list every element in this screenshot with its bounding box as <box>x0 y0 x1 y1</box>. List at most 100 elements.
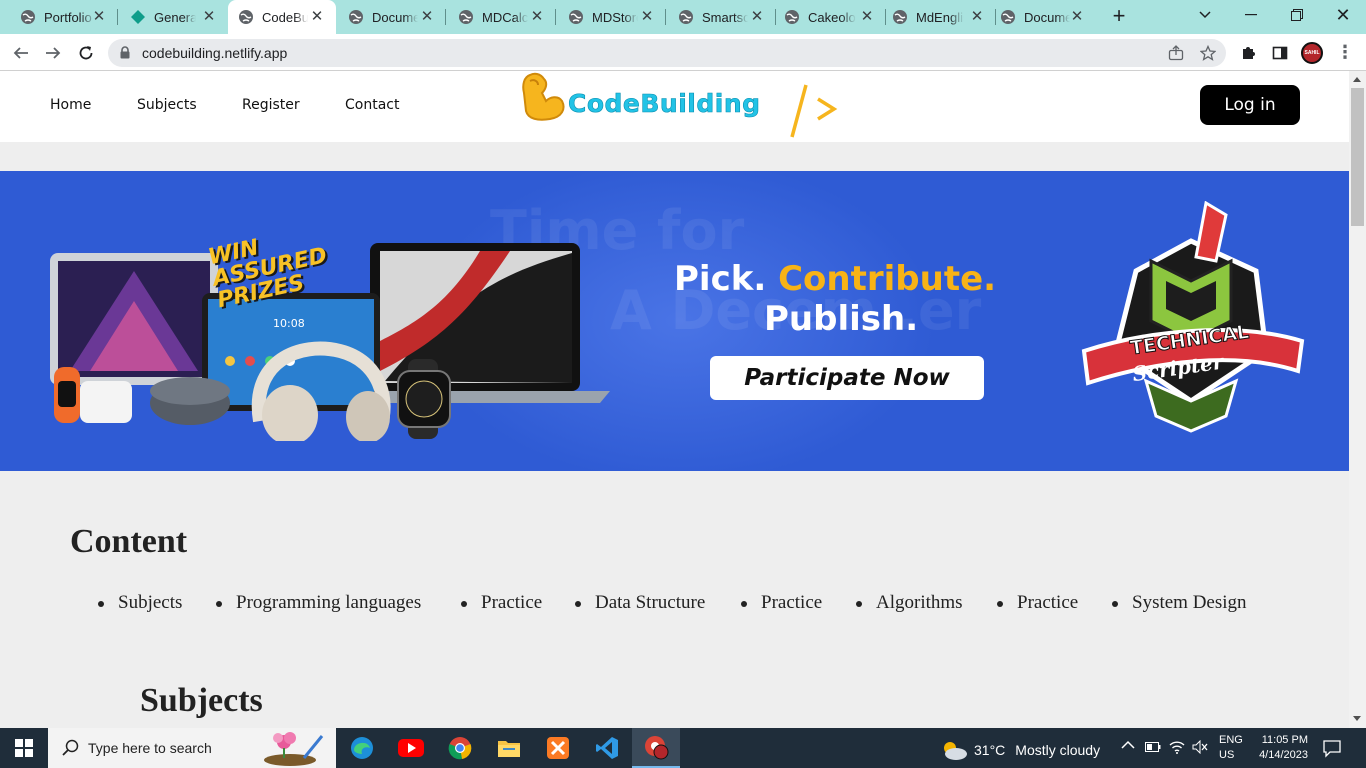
profile-avatar[interactable]: SAHIL <box>1301 42 1323 64</box>
forward-arrow-icon[interactable] <box>40 40 66 66</box>
tray-chevron-up-icon[interactable] <box>1121 738 1135 753</box>
list-item: Practice <box>461 592 542 614</box>
extensions-puzzle-icon[interactable] <box>1237 42 1259 64</box>
url-text[interactable]: codebuilding.netlify.app <box>142 45 287 61</box>
tab-document[interactable]: Document ✕ <box>336 4 446 30</box>
nav-register-link[interactable]: Register <box>242 97 300 113</box>
site-header: Home Subjects Register Contact CodeBuild… <box>0 71 1349 142</box>
globe-icon <box>892 9 908 25</box>
tab-label: Cakeology <box>808 9 856 25</box>
tablet-time-text: 10:08 <box>273 317 305 330</box>
bullet-icon <box>856 601 862 607</box>
login-button[interactable]: Log in <box>1200 85 1300 125</box>
vscode-icon[interactable] <box>583 728 631 768</box>
nav-subjects-link[interactable]: Subjects <box>137 97 197 113</box>
edge-browser-icon[interactable] <box>338 728 386 768</box>
tab-label: MdEnglish <box>916 9 964 25</box>
headline-pick: Pick. <box>674 259 767 299</box>
prizes-collage-image: 10:08 <box>50 243 610 441</box>
subjects-heading: Subjects <box>140 682 263 719</box>
scrollbar-thumb[interactable] <box>1351 88 1364 226</box>
address-bar[interactable]: codebuilding.netlify.app <box>108 39 1226 67</box>
new-tab-button[interactable]: + <box>1108 5 1130 28</box>
lang-region: US <box>1219 749 1235 761</box>
promo-banner[interactable]: Time for A Decem..er 10:08 WIN ASSURED P… <box>0 171 1349 471</box>
tab-label: Document <box>372 9 418 25</box>
close-window-icon[interactable]: ✕ <box>1320 0 1366 30</box>
browser-menu-icon[interactable]: ⋮ <box>1336 42 1354 64</box>
close-icon[interactable]: ✕ <box>528 8 546 26</box>
xampp-icon[interactable] <box>534 728 582 768</box>
share-icon[interactable] <box>1168 45 1184 61</box>
bullet-icon <box>98 601 104 607</box>
tab-codebuilding[interactable]: CodeBuilding ✕ <box>228 0 336 34</box>
list-item-label: Practice <box>1017 592 1079 613</box>
restore-icon[interactable] <box>1274 0 1320 30</box>
page-scrollbar[interactable] <box>1349 71 1366 728</box>
list-item-label: Subjects <box>118 592 183 613</box>
bullet-icon <box>741 601 747 607</box>
reload-icon[interactable] <box>73 40 99 66</box>
close-icon[interactable]: ✕ <box>200 8 218 26</box>
taskbar-clock[interactable]: 11:05 PM 4/14/2023 <box>1252 733 1308 763</box>
close-icon[interactable]: ✕ <box>308 8 326 26</box>
flexed-arm-icon <box>522 72 565 121</box>
file-explorer-icon[interactable] <box>485 728 533 768</box>
tab-mdcalcy[interactable]: MDCalcy ✕ <box>446 4 556 30</box>
side-panel-icon[interactable] <box>1269 42 1291 64</box>
close-icon[interactable]: ✕ <box>90 8 108 26</box>
headline-contribute: Contribute. <box>778 259 997 299</box>
close-icon[interactable]: ✕ <box>418 8 436 26</box>
weather-widget[interactable]: 31°C Mostly cloudy <box>940 739 1100 761</box>
nav-contact-link[interactable]: Contact <box>345 97 399 113</box>
scroll-up-arrow-icon[interactable] <box>1353 77 1361 82</box>
tab-cakeology[interactable]: Cakeology ✕ <box>776 4 886 30</box>
globe-icon <box>568 9 584 25</box>
taskbar-search-box[interactable]: Type here to search <box>48 728 336 768</box>
battery-icon[interactable] <box>1145 741 1161 756</box>
chrome-icon[interactable] <box>436 728 484 768</box>
tab-mdenglish[interactable]: MdEnglish ✕ <box>886 4 996 30</box>
globe-icon <box>20 9 36 25</box>
list-item: Subjects <box>98 592 183 614</box>
wifi-icon[interactable] <box>1169 740 1185 757</box>
bookmark-star-icon[interactable] <box>1199 44 1217 61</box>
lock-icon[interactable] <box>120 46 130 64</box>
close-icon[interactable]: ✕ <box>1068 8 1086 26</box>
back-arrow-icon[interactable] <box>8 40 34 66</box>
scroll-down-arrow-icon[interactable] <box>1353 716 1361 721</box>
code-slash-icon <box>790 84 838 138</box>
close-icon[interactable]: ✕ <box>858 8 876 26</box>
tab-portfolio[interactable]: Portfolio ✕ <box>0 4 118 30</box>
list-item-label: System Design <box>1132 592 1247 613</box>
list-item: Algorithms <box>856 592 963 614</box>
globe-icon <box>678 9 694 25</box>
nav-home-link[interactable]: Home <box>50 97 91 113</box>
close-icon[interactable]: ✕ <box>968 8 986 26</box>
tab-mdstore[interactable]: MDStore ✕ <box>556 4 666 30</box>
tab-smartscale[interactable]: Smartscale ✕ <box>666 4 776 30</box>
banner-headline-line1: Pick. Contribute. <box>674 259 996 299</box>
close-icon[interactable]: ✕ <box>748 8 766 26</box>
volume-muted-icon[interactable] <box>1192 739 1208 757</box>
tab-label: MDStore <box>592 9 638 25</box>
globe-icon <box>348 9 364 25</box>
weather-temp: 31°C <box>974 742 1006 758</box>
globe-icon <box>238 9 254 25</box>
page-viewport: Home Subjects Register Contact CodeBuild… <box>0 71 1349 728</box>
language-indicator[interactable]: ENG US <box>1219 733 1243 763</box>
chrome-profile-icon[interactable] <box>632 728 680 768</box>
tab-search-chevron-icon[interactable] <box>1182 0 1228 30</box>
youtube-icon[interactable] <box>387 728 435 768</box>
participate-now-button[interactable]: Participate Now <box>710 356 984 400</box>
minimize-icon[interactable] <box>1228 0 1274 30</box>
tab-general[interactable]: General ✕ <box>118 4 228 30</box>
tab-document-2[interactable]: Document ✕ <box>996 4 1096 30</box>
windows-start-icon[interactable] <box>0 728 48 768</box>
close-icon[interactable]: ✕ <box>638 8 656 26</box>
search-placeholder: Type here to search <box>88 740 212 756</box>
list-item: Programming languages <box>216 592 421 614</box>
notification-center-icon[interactable] <box>1322 738 1342 758</box>
site-logo[interactable]: CodeBuilding <box>520 71 850 142</box>
lang-code: ENG <box>1219 734 1243 746</box>
